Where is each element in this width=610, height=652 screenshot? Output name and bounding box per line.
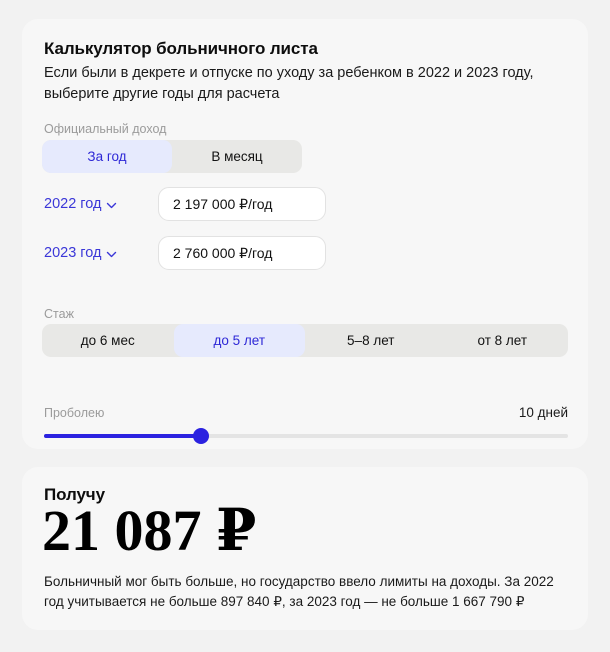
income-label: Официальный доход <box>44 122 167 136</box>
slider-fill <box>44 434 201 438</box>
year-select-2022[interactable]: 2022 год <box>44 187 117 221</box>
income-row-2022: 2022 год <box>42 187 568 221</box>
income-period-segmented-control[interactable]: За год В месяц <box>42 140 302 173</box>
year-select-2023-label: 2023 год <box>44 245 102 261</box>
calculator-card: Калькулятор больничного листа Если были … <box>22 19 588 449</box>
tenure-label: Стаж <box>44 307 74 321</box>
chevron-down-icon <box>106 249 117 260</box>
chevron-down-icon <box>106 200 117 211</box>
sick-days-value: 10 дней <box>518 405 568 420</box>
year-select-2023[interactable]: 2023 год <box>44 236 117 270</box>
segment-tenure-under-6-months[interactable]: до 6 мес <box>42 324 174 357</box>
page-title: Калькулятор больничного листа <box>44 39 318 58</box>
result-amount: 21 087 ₽ <box>42 498 257 563</box>
slider-thumb[interactable] <box>193 428 209 444</box>
year-select-2022-label: 2022 год <box>44 196 102 212</box>
segment-tenure-over-8-years[interactable]: от 8 лет <box>437 324 569 357</box>
calculator-subtitle: Если были в декрете и отпуске по уходу з… <box>44 65 534 102</box>
income-input-2022[interactable] <box>158 187 326 221</box>
segment-per-month[interactable]: В месяц <box>172 140 302 173</box>
tenure-segmented-control[interactable]: до 6 мес до 5 лет 5–8 лет от 8 лет <box>42 324 568 357</box>
result-card: Получу 21 087 ₽ Больничный мог быть боль… <box>22 467 588 630</box>
income-row-2023: 2023 год <box>42 236 568 270</box>
result-note: Больничный мог быть больше, но государст… <box>44 574 554 609</box>
sick-days-label: Проболею <box>44 406 105 420</box>
segment-tenure-under-5-years[interactable]: до 5 лет <box>173 324 305 357</box>
page-root: Калькулятор больничного листа Если были … <box>0 0 610 652</box>
income-input-2023[interactable] <box>158 236 326 270</box>
segment-per-year[interactable]: За год <box>42 140 172 173</box>
sick-days-slider[interactable] <box>44 428 568 444</box>
segment-tenure-5-to-8-years[interactable]: 5–8 лет <box>305 324 437 357</box>
